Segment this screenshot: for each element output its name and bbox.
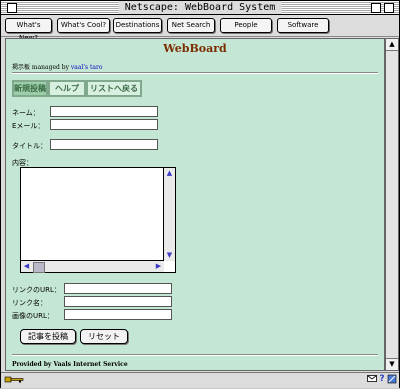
reset-button[interactable]: リセット	[80, 329, 128, 344]
manager-link[interactable]: vaal's taro	[71, 64, 103, 71]
page-content: WebBoard 掲示板 managed by vaal's taro 新規投稿…	[5, 38, 385, 371]
tab-help[interactable]: ヘルプ	[48, 80, 86, 97]
footer-divider	[12, 354, 378, 356]
image-url-field[interactable]	[64, 309, 172, 320]
zoom-box-icon[interactable]	[371, 3, 381, 13]
tab-new-post[interactable]: 新規投稿	[12, 80, 48, 97]
name-label: ネーム：	[12, 109, 40, 117]
horizontal-scroll-thumb[interactable]	[33, 262, 45, 273]
window-title: Netscape: WebBoard System	[118, 1, 282, 14]
software-button[interactable]: Software	[277, 18, 329, 33]
help-icon[interactable]: ?	[378, 374, 386, 385]
collapse-box-icon[interactable]	[384, 3, 394, 13]
people-button[interactable]: People	[220, 18, 272, 33]
title-label: タイトル：	[12, 142, 47, 150]
directory-toolbar: What's New? What's Cool? Destinations Ne…	[1, 15, 399, 42]
managed-by-line: 掲示板 managed by vaal's taro	[12, 62, 102, 71]
mail-icon[interactable]	[367, 374, 377, 385]
name-field[interactable]	[50, 106, 158, 117]
net-search-button[interactable]: Net Search	[167, 18, 215, 33]
whats-cool-button[interactable]: What's Cool?	[57, 18, 110, 33]
textarea-vertical-scrollbar[interactable]: ▲ ▼	[163, 168, 175, 261]
destinations-button[interactable]: Destinations	[113, 18, 162, 33]
status-bar: ?	[1, 372, 399, 388]
link-url-field[interactable]	[64, 283, 172, 294]
page-scroll-down-icon[interactable]: ▼	[386, 358, 398, 370]
link-name-label: リンク名：	[12, 299, 47, 307]
tab-back-to-list[interactable]: リストへ戻る	[86, 80, 142, 97]
page-scroll-up-icon[interactable]: ▲	[386, 39, 398, 51]
submit-post-button[interactable]: 記事を投稿	[20, 329, 76, 344]
link-name-field[interactable]	[64, 296, 172, 307]
scroll-left-arrow-icon[interactable]: ◀	[21, 261, 32, 272]
browser-window: Netscape: WebBoard System What's New? Wh…	[0, 0, 400, 388]
email-field[interactable]	[50, 119, 158, 130]
content-textarea[interactable]: ▲ ▼ ◀ ▶	[20, 167, 176, 273]
image-url-label: 画像のURL：	[12, 312, 54, 320]
netscape-key-icon	[4, 374, 26, 385]
link-url-label: リンクのURL：	[12, 286, 61, 294]
scroll-up-arrow-icon[interactable]: ▲	[164, 168, 175, 179]
email-label: Eメール：	[12, 122, 45, 130]
whats-new-button[interactable]: What's New?	[5, 18, 52, 42]
scroll-right-arrow-icon[interactable]: ▶	[153, 261, 164, 272]
textarea-horizontal-scrollbar[interactable]: ◀ ▶	[21, 260, 164, 273]
title-bar[interactable]: Netscape: WebBoard System	[1, 1, 399, 15]
page-vertical-scrollbar[interactable]: ▲ ▼	[385, 38, 399, 371]
divider	[12, 72, 378, 74]
close-box-icon[interactable]	[7, 3, 17, 13]
managed-by-prefix: 掲示板 managed by	[12, 64, 71, 71]
title-field[interactable]	[50, 139, 158, 150]
page-title: WebBoard	[163, 42, 227, 55]
footer-text: Provided by Vaals Internet Service	[12, 361, 128, 368]
scroll-down-arrow-icon[interactable]: ▼	[164, 250, 175, 261]
component-icon[interactable]	[387, 374, 397, 385]
